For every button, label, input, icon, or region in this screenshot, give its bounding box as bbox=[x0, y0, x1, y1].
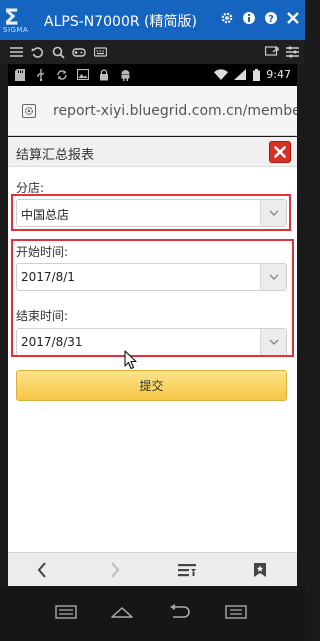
back-nav-icon[interactable] bbox=[168, 602, 192, 622]
battery-icon bbox=[252, 68, 260, 81]
menu-icon[interactable] bbox=[8, 44, 24, 60]
web-page: 结算汇总报表 分店: 中国总店 开始时间: 2017/8/1 结束时间: 201… bbox=[8, 137, 297, 552]
gamepad-icon[interactable] bbox=[71, 44, 87, 60]
signal-icon bbox=[234, 68, 247, 81]
info-icon[interactable] bbox=[241, 10, 257, 26]
window-title-bar: Σ SIGMA ALPS-N7000R (精简版) ? bbox=[0, 0, 305, 40]
panel-header: 结算汇总报表 bbox=[8, 137, 297, 167]
screen-share-icon[interactable] bbox=[264, 44, 280, 60]
close-icon[interactable] bbox=[285, 10, 301, 26]
android-icon bbox=[119, 68, 131, 81]
date-range-highlight bbox=[11, 239, 294, 357]
page-title: 结算汇总报表 bbox=[16, 148, 95, 163]
rotate-icon[interactable] bbox=[29, 44, 45, 60]
device-nav-bar bbox=[0, 586, 305, 641]
window-title: ALPS-N7000R (精简版) bbox=[44, 14, 197, 30]
browser-toolbar bbox=[8, 552, 297, 586]
store-highlight bbox=[11, 194, 291, 231]
url-field[interactable]: report-xiyi.bluegrid.com.cn/members bbox=[53, 103, 297, 119]
submit-button[interactable]: 提交 bbox=[16, 370, 287, 401]
clock: 9:47 bbox=[266, 68, 291, 81]
lock-icon bbox=[98, 68, 110, 81]
window-controls: ? bbox=[219, 10, 301, 26]
svg-text:?: ? bbox=[268, 14, 274, 25]
menu-icon[interactable] bbox=[224, 602, 248, 622]
close-icon bbox=[274, 146, 286, 158]
keyboard-icon[interactable] bbox=[92, 44, 108, 60]
status-bar: 9:47 bbox=[8, 64, 297, 86]
back-icon[interactable] bbox=[33, 561, 51, 579]
sd-card-icon bbox=[14, 68, 26, 81]
wifi-icon bbox=[214, 68, 229, 81]
sync-icon bbox=[56, 68, 68, 81]
settings-sliders-icon[interactable] bbox=[284, 44, 300, 60]
tabs-icon[interactable] bbox=[178, 561, 196, 579]
mouse-cursor-icon bbox=[124, 350, 137, 370]
usb-icon bbox=[35, 68, 47, 81]
close-button[interactable] bbox=[269, 141, 291, 163]
bookmark-icon[interactable] bbox=[251, 561, 269, 579]
sigma-logo-text: SIGMA bbox=[3, 26, 29, 34]
site-info-icon[interactable] bbox=[22, 104, 36, 118]
help-icon[interactable]: ? bbox=[263, 10, 279, 26]
image-icon bbox=[77, 68, 89, 81]
zoom-icon[interactable] bbox=[50, 44, 66, 60]
forward-icon[interactable] bbox=[106, 561, 124, 579]
address-bar: report-xiyi.bluegrid.com.cn/members bbox=[8, 86, 297, 136]
gear-icon[interactable] bbox=[219, 10, 235, 26]
tool-strip bbox=[0, 40, 305, 64]
home-icon[interactable] bbox=[110, 602, 134, 622]
recent-apps-icon[interactable] bbox=[54, 602, 78, 622]
